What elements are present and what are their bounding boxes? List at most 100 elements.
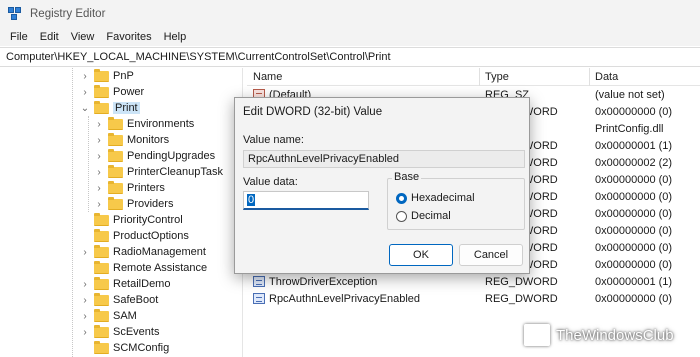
folder-icon — [94, 292, 109, 306]
folder-icon — [94, 340, 109, 354]
folder-open-icon — [94, 100, 109, 114]
tree-item-retaildemo[interactable]: › RetailDemo — [80, 276, 170, 292]
cell-data: 0x00000000 (0) — [595, 191, 673, 203]
address-bar[interactable]: Computer\HKEY_LOCAL_MACHINE\SYSTEM\Curre… — [0, 47, 700, 67]
cell-data: (value not set) — [595, 89, 665, 101]
cell-data: 0x00000000 (0) — [595, 225, 673, 237]
value-name-label: Value name: — [243, 134, 304, 146]
cell-data: 0x00000000 (0) — [595, 242, 673, 254]
chevron-right-icon[interactable]: › — [94, 151, 104, 162]
watermark: TheWindowsClub — [524, 320, 674, 350]
cancel-button[interactable]: Cancel — [459, 244, 523, 266]
chevron-right-icon[interactable]: › — [94, 119, 104, 130]
reg-binary-icon — [253, 293, 265, 304]
cell-data: 0x00000001 (1) — [595, 276, 673, 288]
table-row[interactable]: RpcAuthnLevelPrivacyEnabled REG_DWORD 0x00… — [247, 291, 700, 308]
cell-data: 0x00000000 (0) — [595, 293, 673, 305]
hexadecimal-radio[interactable]: Hexadecimal — [396, 192, 475, 204]
thewindowsclub-logo-icon — [524, 324, 550, 346]
dialog-title: Edit DWORD (32-bit) Value — [243, 106, 383, 118]
watermark-text: TheWindowsClub — [556, 326, 674, 344]
folder-icon — [108, 180, 123, 194]
value-data-input[interactable]: 0 — [243, 191, 369, 210]
tree-item-sam[interactable]: › SAM — [80, 308, 137, 324]
tree-item-print[interactable]: ⌄ Print — [80, 100, 140, 116]
folder-icon — [94, 84, 109, 98]
title-bar: Registry Editor — [0, 0, 700, 28]
chevron-right-icon[interactable]: › — [80, 87, 90, 98]
radio-unselected-icon — [396, 210, 407, 222]
chevron-right-icon[interactable]: › — [94, 167, 104, 178]
chevron-right-icon[interactable]: › — [80, 311, 90, 322]
edit-dword-dialog: Edit DWORD (32-bit) Value Value name: Rp… — [234, 97, 530, 274]
tree-item-power[interactable]: › Power — [80, 84, 144, 100]
tree-item-prioritycontrol[interactable]: PriorityControl — [80, 212, 183, 228]
chevron-right-icon[interactable]: › — [80, 279, 90, 290]
menu-edit[interactable]: Edit — [34, 31, 65, 43]
key-tree: › PnP › Power ⌄ Print › Environments › M… — [0, 68, 243, 357]
cell-type: REG_DWORD — [485, 293, 558, 305]
registry-editor-icon — [8, 7, 22, 21]
chevron-right-icon[interactable]: › — [94, 199, 104, 210]
tree-item-radiomanagement[interactable]: › RadioManagement — [80, 244, 206, 260]
reg-binary-icon — [253, 276, 265, 287]
chevron-right-icon[interactable]: › — [80, 247, 90, 258]
value-data-text: 0 — [247, 194, 256, 206]
table-row[interactable]: ThrowDriverException REG_DWORD 0x00000001 … — [247, 274, 700, 291]
folder-icon — [94, 260, 109, 274]
cell-data: 0x00000002 (2) — [595, 157, 673, 169]
tree-item-productoptions[interactable]: ProductOptions — [80, 228, 189, 244]
folder-icon — [94, 228, 109, 242]
cell-data: 0x00000000 (0) — [595, 259, 673, 271]
menu-favorites[interactable]: Favorites — [100, 31, 157, 43]
radio-selected-icon — [396, 192, 407, 204]
menu-view[interactable]: View — [65, 31, 101, 43]
tree-item-pnp[interactable]: › PnP — [80, 68, 134, 84]
menu-bar: File Edit View Favorites Help — [0, 28, 700, 46]
column-header-type[interactable]: Type — [485, 71, 509, 83]
folder-icon — [94, 68, 109, 82]
folder-icon — [94, 324, 109, 338]
menu-file[interactable]: File — [4, 31, 34, 43]
chevron-right-icon[interactable]: › — [94, 135, 104, 146]
folder-icon — [108, 116, 123, 130]
tree-item-remote-assistance[interactable]: Remote Assistance — [80, 260, 207, 276]
chevron-right-icon[interactable]: › — [80, 327, 90, 338]
chevron-right-icon[interactable]: › — [80, 295, 90, 306]
folder-icon — [108, 164, 123, 178]
ok-button[interactable]: OK — [389, 244, 453, 266]
chevron-right-icon[interactable]: › — [80, 71, 90, 82]
chevron-down-icon[interactable]: ⌄ — [80, 103, 90, 114]
cell-name: RpcAuthnLevelPrivacyEnabled — [269, 293, 421, 305]
cell-data: 0x00000000 (0) — [595, 106, 673, 118]
chevron-right-icon[interactable]: › — [94, 183, 104, 194]
tree-item-scevents[interactable]: › ScEvents — [80, 324, 159, 340]
column-header-name[interactable]: Name — [253, 71, 282, 83]
menu-help[interactable]: Help — [158, 31, 193, 43]
tree-item-environments[interactable]: › Environments — [94, 116, 194, 132]
folder-icon — [94, 244, 109, 258]
folder-icon — [108, 132, 123, 146]
decimal-radio[interactable]: Decimal — [396, 210, 451, 222]
value-data-label: Value data: — [243, 176, 298, 188]
cell-data: PrintConfig.dll — [595, 123, 664, 135]
tree-item-monitors[interactable]: › Monitors — [94, 132, 169, 148]
value-name-field: RpcAuthnLevelPrivacyEnabled — [243, 150, 525, 168]
tree-item-printers[interactable]: › Printers — [94, 180, 165, 196]
base-label: Base — [392, 171, 422, 183]
tree-item-printercleanuptask[interactable]: › PrinterCleanupTask — [94, 164, 223, 180]
cell-data: 0x00000000 (0) — [595, 174, 673, 186]
tree-item-safeboot[interactable]: › SafeBoot — [80, 292, 158, 308]
folder-icon — [94, 308, 109, 322]
column-header-data[interactable]: Data — [595, 71, 618, 83]
cell-name: ThrowDriverException — [269, 276, 378, 288]
list-header: Name Type Data — [247, 68, 700, 86]
cell-data: 0x00000001 (1) — [595, 140, 673, 152]
folder-icon — [108, 196, 123, 210]
window-title: Registry Editor — [30, 8, 106, 20]
tree-item-pendingupgrades[interactable]: › PendingUpgrades — [94, 148, 215, 164]
tree-item-scmconfig[interactable]: SCMConfig — [80, 340, 169, 356]
folder-icon — [94, 212, 109, 226]
cell-data: 0x00000000 (0) — [595, 208, 673, 220]
tree-item-providers[interactable]: › Providers — [94, 196, 173, 212]
